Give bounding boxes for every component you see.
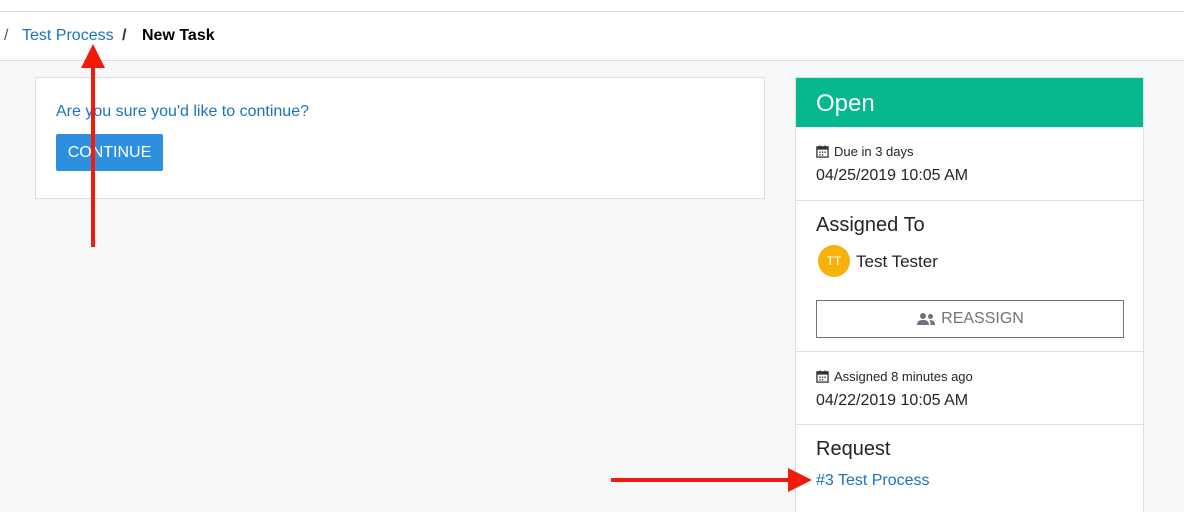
breadcrumb: / Test Process / New Task <box>0 12 1184 61</box>
request-section: Request #3 Test Process <box>796 425 1143 512</box>
task-sidebar: Open Due in 3 days 04/25/2019 10:05 AM A… <box>795 77 1144 512</box>
assigned-label-row: Assigned 8 minutes ago <box>816 369 973 384</box>
due-label-row: Due in 3 days <box>816 144 914 159</box>
breadcrumb-separator: / <box>4 27 9 44</box>
status-header: Open <box>796 78 1143 127</box>
request-title: Request <box>816 438 891 460</box>
due-date-section: Due in 3 days 04/25/2019 10:05 AM <box>796 127 1143 201</box>
due-label: Due in 3 days <box>834 144 914 159</box>
calendar-icon <box>816 145 829 158</box>
assignee-name: Test Tester <box>856 252 938 271</box>
users-icon <box>917 313 936 325</box>
reassign-label: REASSIGN <box>941 310 1024 327</box>
reassign-button[interactable]: REASSIGN <box>816 300 1124 338</box>
breadcrumb-current-page: New Task <box>142 27 215 44</box>
assigned-ago-label: Assigned 8 minutes ago <box>834 369 973 384</box>
assigned-to-section: Assigned To TT Test Tester REASSIGN <box>796 201 1143 352</box>
assigned-to-title: Assigned To <box>816 214 925 236</box>
breadcrumb-link-test-process[interactable]: Test Process <box>22 27 114 45</box>
due-date-value: 04/25/2019 10:05 AM <box>816 167 969 184</box>
continue-button[interactable]: CONTINUE <box>56 134 163 171</box>
avatar: TT <box>818 245 850 277</box>
calendar-icon <box>816 370 829 383</box>
status-label: Open <box>816 90 875 117</box>
request-link[interactable]: #3 Test Process <box>816 472 930 490</box>
breadcrumb-separator: / <box>122 27 127 44</box>
assigned-date-section: Assigned 8 minutes ago 04/22/2019 10:05 … <box>796 352 1143 425</box>
assigned-date-value: 04/22/2019 10:05 AM <box>816 392 969 409</box>
confirmation-message: Are you sure you'd like to continue? <box>56 103 309 120</box>
top-strip <box>0 0 1184 12</box>
confirmation-card: Are you sure you'd like to continue? CON… <box>35 77 765 199</box>
